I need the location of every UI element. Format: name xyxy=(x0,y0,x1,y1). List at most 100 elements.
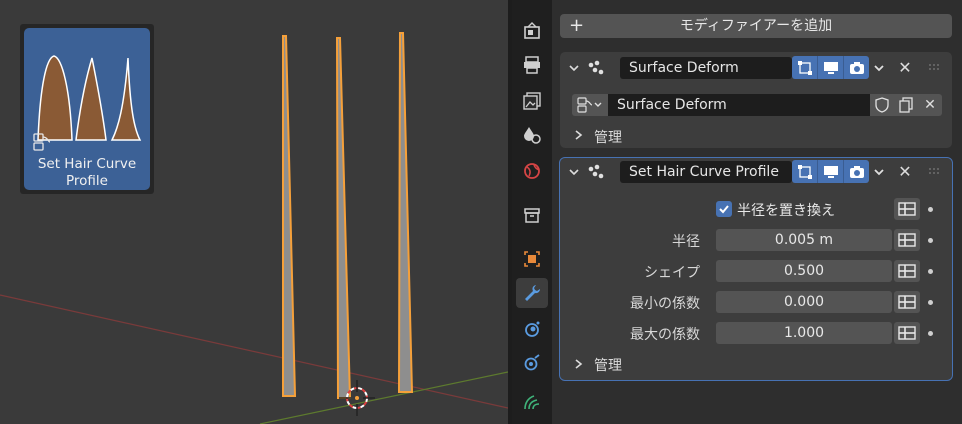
view-layer-icon xyxy=(523,92,541,110)
min-factor-field[interactable]: 0.000 xyxy=(716,291,892,313)
modifier-name-field[interactable]: Set Hair Curve Profile xyxy=(620,161,792,183)
remove-modifier-button[interactable]: ✕ xyxy=(896,57,914,77)
add-modifier-button[interactable]: + モディファイアーを追加 xyxy=(560,14,952,38)
monitor-icon xyxy=(823,165,838,178)
visibility-toggles xyxy=(792,56,869,79)
render-toggle[interactable] xyxy=(844,56,869,79)
max-factor-field[interactable]: 1.000 xyxy=(716,322,892,344)
particles-icon xyxy=(525,321,540,337)
modifier-wrench-icon xyxy=(525,285,541,301)
edit-mode-icon xyxy=(797,164,812,179)
manage-subpanel-label[interactable]: 管理 xyxy=(594,355,622,375)
close-icon: ✕ xyxy=(898,57,912,77)
max-factor-label: 最大の係数 xyxy=(630,327,700,343)
monitor-icon xyxy=(823,61,838,74)
checkmark-icon xyxy=(719,205,729,214)
edit-mode-icon xyxy=(797,60,812,75)
visibility-toggles xyxy=(792,160,869,183)
close-icon: ✕ xyxy=(924,97,936,113)
close-icon: ✕ xyxy=(898,161,912,181)
tab-scene[interactable] xyxy=(516,120,548,150)
tab-view-layer[interactable] xyxy=(516,86,548,116)
output-icon xyxy=(524,56,540,74)
min-factor-label: 最小の係数 xyxy=(630,296,700,312)
camera-icon xyxy=(849,61,864,74)
x-axis-line xyxy=(0,294,508,409)
chevron-right-icon[interactable] xyxy=(574,129,584,141)
node-tree-icon xyxy=(33,133,51,151)
shield-icon xyxy=(875,97,889,113)
node-group-row: Surface Deform ✕ xyxy=(572,94,944,116)
attribute-toggle-icon xyxy=(898,264,916,278)
chevron-right-icon[interactable] xyxy=(574,358,584,370)
scene-icon xyxy=(524,127,541,144)
chevron-down-icon xyxy=(874,64,884,71)
radius-attribute-toggle[interactable] xyxy=(894,229,920,251)
tab-hair-curves-data[interactable] xyxy=(516,386,548,416)
node-group-browse-button[interactable] xyxy=(572,94,608,116)
add-modifier-label: モディファイアーを追加 xyxy=(679,18,833,34)
chevron-down-icon[interactable] xyxy=(568,166,580,178)
drag-handle-icon[interactable] xyxy=(928,63,942,73)
tab-particles[interactable] xyxy=(516,314,548,344)
asset-thumbnail-card[interactable]: Set Hair Curve Profile xyxy=(20,24,154,194)
fake-user-button[interactable] xyxy=(870,94,894,116)
shape-label: シェイプ xyxy=(644,265,700,281)
keyframe-dot-icon[interactable] xyxy=(928,207,933,212)
modifier-panel-surface-deform: Surface Deform ✕ Surface Deform ✕ 管理 xyxy=(560,52,952,148)
asset-label-line1: Set Hair Curve xyxy=(37,156,137,172)
attribute-toggle-icon xyxy=(898,233,916,247)
chevron-down-icon[interactable] xyxy=(568,62,580,74)
asset-label-line2: Profile xyxy=(66,173,108,189)
attribute-toggle-icon xyxy=(898,295,916,309)
hair-strand-3 xyxy=(397,32,414,393)
shape-field[interactable]: 0.500 xyxy=(716,260,892,282)
tab-physics[interactable] xyxy=(516,348,548,378)
asset-label: Set Hair Curve Profile xyxy=(24,156,150,190)
tab-object[interactable] xyxy=(516,244,548,274)
viewport-toggle[interactable] xyxy=(818,56,844,79)
max-factor-attribute-toggle[interactable] xyxy=(894,322,920,344)
edit-mode-toggle[interactable] xyxy=(792,160,818,183)
tab-render[interactable] xyxy=(516,16,548,46)
render-toggle[interactable] xyxy=(844,160,869,183)
hair-strand-1 xyxy=(282,35,297,397)
world-icon xyxy=(524,163,540,179)
keyframe-dot-icon[interactable] xyxy=(928,331,933,336)
geometry-nodes-icon xyxy=(588,164,604,179)
tab-world[interactable] xyxy=(516,156,548,186)
tab-modifiers[interactable] xyxy=(516,278,548,308)
modifier-menu-dropdown[interactable] xyxy=(868,56,890,79)
replace-radius-attribute-toggle[interactable] xyxy=(894,198,920,220)
drag-handle-icon[interactable] xyxy=(928,167,942,177)
replace-radius-label[interactable]: 半径を置き換え xyxy=(737,200,835,220)
chevron-down-icon xyxy=(874,168,884,175)
geometry-nodes-icon xyxy=(588,60,604,75)
keyframe-dot-icon[interactable] xyxy=(928,300,933,305)
physics-icon xyxy=(524,354,540,371)
duplicate-button[interactable] xyxy=(894,94,918,116)
shape-attribute-toggle[interactable] xyxy=(894,260,920,282)
replace-radius-checkbox[interactable] xyxy=(716,201,732,217)
manage-subpanel-label[interactable]: 管理 xyxy=(594,127,622,147)
min-factor-attribute-toggle[interactable] xyxy=(894,291,920,313)
tab-collection[interactable] xyxy=(516,200,548,230)
y-axis-line xyxy=(259,371,508,424)
viewport-toggle[interactable] xyxy=(818,160,844,183)
tab-output[interactable] xyxy=(516,50,548,80)
keyframe-dot-icon[interactable] xyxy=(928,269,933,274)
hair-strand-2 xyxy=(335,37,352,399)
unlink-button[interactable]: ✕ xyxy=(918,94,942,116)
attribute-toggle-icon xyxy=(898,326,916,340)
hair-curves-data-icon xyxy=(524,395,540,410)
modifier-menu-dropdown[interactable] xyxy=(868,160,890,183)
keyframe-dot-icon[interactable] xyxy=(928,238,933,243)
modifier-panel-set-hair-curve-profile: Set Hair Curve Profile ✕ 半径を置き換え 半径 0.00… xyxy=(559,157,953,381)
edit-mode-toggle[interactable] xyxy=(792,56,818,79)
radius-field[interactable]: 0.005 m xyxy=(716,229,892,251)
modifier-name-field[interactable]: Surface Deform xyxy=(620,57,792,79)
duplicate-icon xyxy=(899,97,913,113)
3d-viewport[interactable]: Set Hair Curve Profile xyxy=(0,0,508,424)
remove-modifier-button[interactable]: ✕ xyxy=(896,161,914,181)
node-group-name-field[interactable]: Surface Deform xyxy=(608,94,870,116)
